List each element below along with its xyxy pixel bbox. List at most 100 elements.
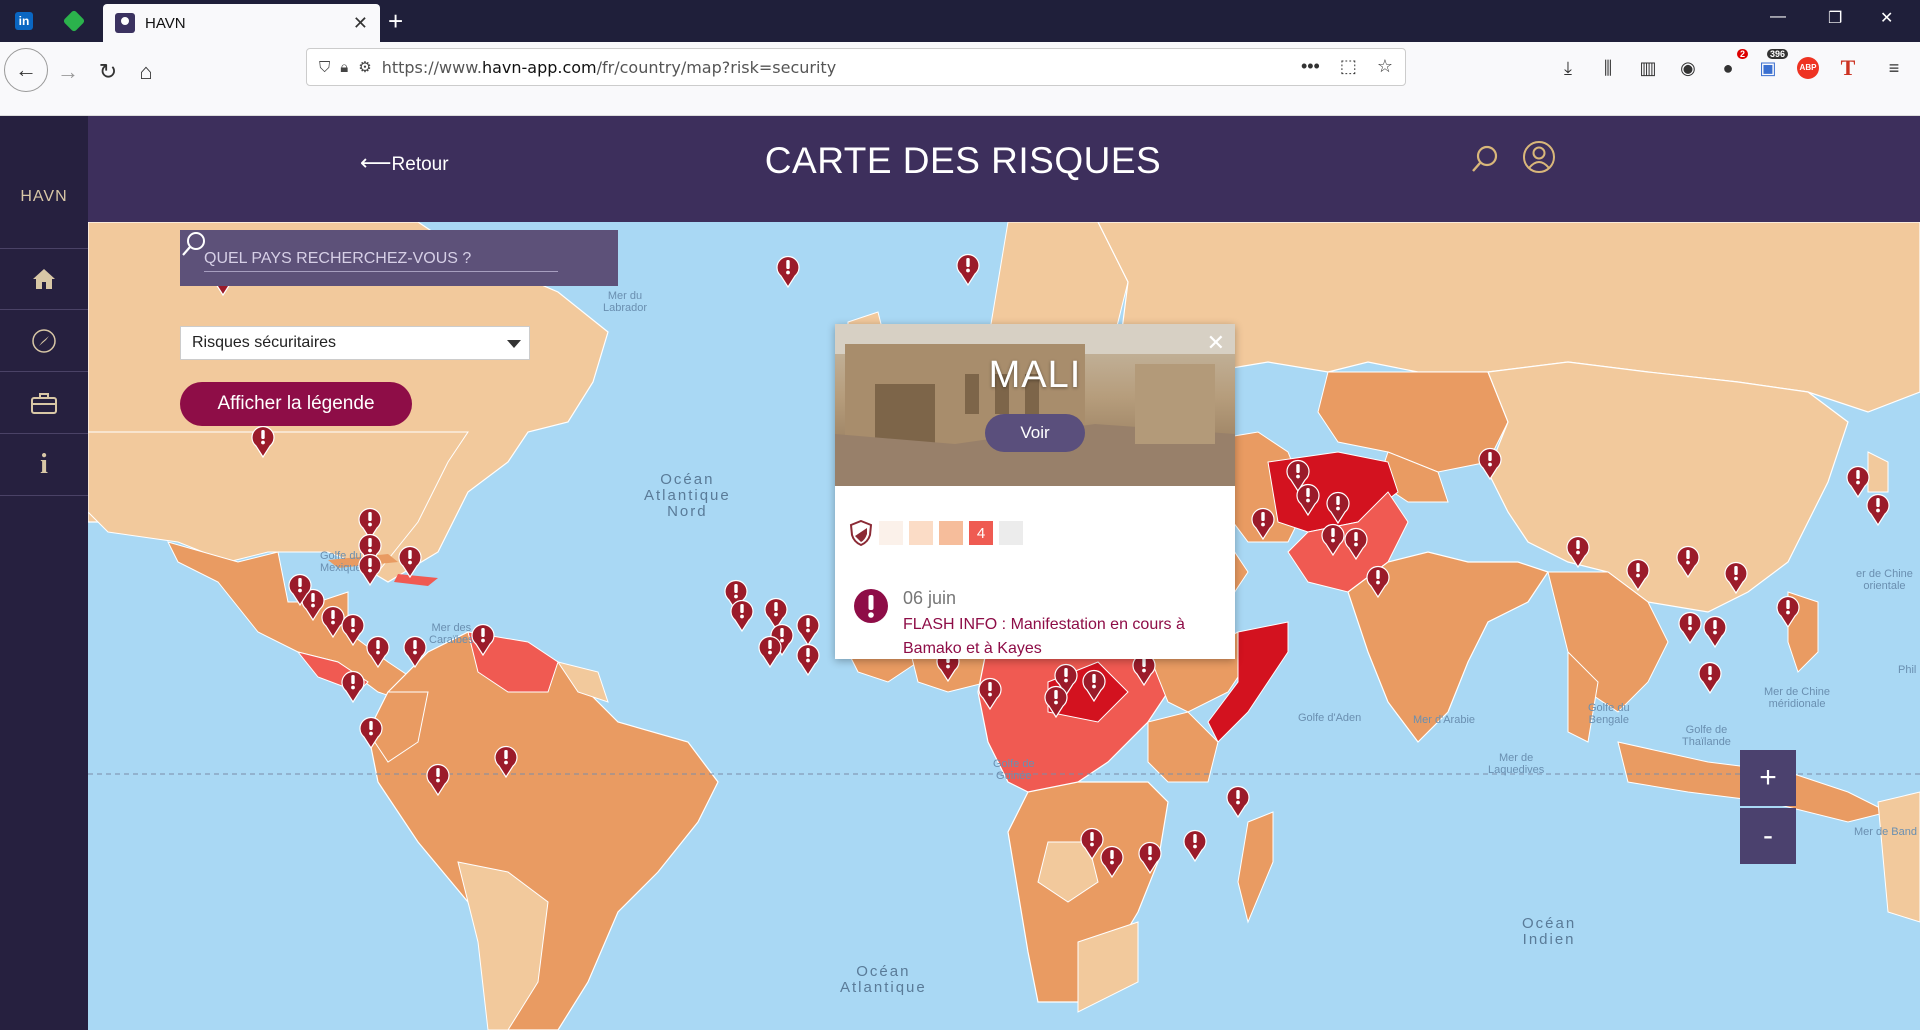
toolbox-icon — [31, 392, 57, 414]
alert-marker-icon[interactable] — [1137, 840, 1163, 874]
map-label-ocean-atlantique: Océan Atlantique — [840, 963, 927, 996]
alert-marker-icon[interactable] — [1845, 464, 1871, 498]
chevron-down-icon — [507, 340, 521, 348]
zoom-out-button[interactable]: - — [1740, 808, 1796, 864]
browser-back-button[interactable]: ← — [4, 48, 48, 92]
alert-marker-icon[interactable] — [250, 424, 276, 458]
alert-marker-icon[interactable] — [425, 762, 451, 796]
flash-alert[interactable]: 06 juin FLASH INFO : Manifestation en co… — [853, 588, 1223, 661]
alert-marker-icon[interactable] — [1565, 534, 1591, 568]
alert-marker-icon[interactable] — [795, 612, 821, 646]
alert-marker-icon[interactable] — [358, 715, 384, 749]
search-icon[interactable] — [1470, 144, 1500, 174]
extension-2-icon[interactable]: ▣ 396 — [1756, 49, 1788, 80]
extension-t-icon[interactable]: T — [1836, 55, 1860, 80]
alert-marker-icon[interactable] — [402, 634, 428, 668]
alert-marker-icon[interactable] — [287, 572, 313, 606]
library-icon[interactable]: ⫼ — [1596, 56, 1620, 80]
page-actions-icon[interactable]: ••• — [1301, 56, 1320, 77]
alert-marker-icon[interactable] — [1225, 784, 1251, 818]
alert-marker-icon[interactable] — [757, 634, 783, 668]
mosque-photo — [835, 324, 1235, 486]
alert-marker-icon[interactable] — [1182, 828, 1208, 862]
close-icon[interactable]: ✕ — [1207, 330, 1225, 356]
risk-type-select[interactable]: Risques sécuritaires — [180, 326, 530, 360]
alert-marker-icon[interactable] — [1723, 560, 1749, 594]
map-label-golfe-aden: Golfe d'Aden — [1298, 712, 1362, 724]
pinned-tab-linkedin[interactable]: in — [2, 4, 46, 38]
download-icon[interactable]: ⤓ — [1556, 56, 1580, 80]
alert-marker-icon[interactable] — [1697, 660, 1723, 694]
alert-marker-icon[interactable] — [1043, 684, 1069, 718]
map-label-labrador: Mer du Labrador — [603, 290, 648, 314]
alert-marker-icon[interactable] — [397, 544, 423, 578]
alert-marker-icon[interactable] — [955, 252, 981, 286]
alert-marker-icon[interactable] — [1099, 844, 1125, 878]
alert-marker-icon[interactable] — [1325, 490, 1351, 524]
alert-marker-icon[interactable] — [470, 622, 496, 656]
country-search-input[interactable] — [204, 246, 558, 272]
alert-text[interactable]: FLASH INFO : Manifestation en cours à Ba… — [903, 613, 1223, 661]
alert-marker-icon[interactable] — [1250, 506, 1276, 540]
alert-marker-icon[interactable] — [357, 552, 383, 586]
account-icon[interactable]: ◉ — [1676, 56, 1700, 80]
bookmark-star-icon[interactable]: ☆ — [1377, 56, 1393, 77]
sidebar-item-info[interactable]: i — [0, 434, 88, 496]
sidebar-item-explore[interactable] — [0, 310, 88, 372]
alert-marker-icon[interactable] — [1081, 668, 1107, 702]
browser-forward-button[interactable]: → — [48, 52, 88, 92]
adblock-icon[interactable]: ABP — [1796, 56, 1820, 80]
home-button[interactable]: ⌂ — [126, 52, 166, 92]
user-profile-icon[interactable] — [1522, 140, 1556, 174]
url-bar[interactable]: ⛉ 🔒︎ ⚙ https://www.havn-app.com/fr/count… — [306, 48, 1406, 86]
alert-marker-icon[interactable] — [1343, 526, 1369, 560]
alert-marker-icon[interactable] — [795, 642, 821, 676]
risk-level-4-current: 4 — [969, 521, 993, 545]
risk-level-1 — [879, 521, 903, 545]
minimize-button[interactable]: — — [1770, 8, 1786, 26]
zoom-in-button[interactable]: + — [1740, 750, 1796, 806]
alert-marker-icon[interactable] — [1625, 557, 1651, 591]
page-header: ⟵Retour CARTE DES RISQUES — [88, 116, 1920, 222]
permissions-icon[interactable]: ⚙ — [358, 58, 371, 76]
alert-marker-icon[interactable] — [775, 254, 801, 288]
tab-close-icon[interactable]: ✕ — [353, 13, 368, 34]
page-title: CARTE DES RISQUES — [764, 140, 1162, 181]
tab-havn[interactable]: HAVN ✕ — [103, 4, 380, 42]
lock-icon[interactable]: 🔒︎ — [340, 59, 348, 76]
sidebar-toggle-icon[interactable]: ▥ — [1636, 56, 1660, 80]
alert-marker-icon[interactable] — [729, 598, 755, 632]
pinned-tab-feedly[interactable] — [52, 4, 96, 38]
extension-1-icon[interactable]: ● 2 — [1716, 49, 1748, 80]
shield-icon[interactable]: ⛉ — [319, 59, 330, 76]
alert-marker-icon[interactable] — [340, 612, 366, 646]
alert-marker-icon[interactable] — [1295, 482, 1321, 516]
close-window-button[interactable]: ✕ — [1880, 8, 1893, 28]
search-icon[interactable] — [180, 230, 208, 258]
menu-icon[interactable]: ≡ — [1882, 56, 1906, 80]
pocket-icon[interactable]: ⬚ — [1340, 56, 1357, 77]
sidebar-item-toolbox[interactable] — [0, 372, 88, 434]
alert-marker-icon[interactable] — [340, 669, 366, 703]
alert-marker-icon[interactable] — [1365, 564, 1391, 598]
shield-icon — [849, 520, 873, 546]
tab-title: HAVN — [145, 14, 186, 32]
alert-marker-icon[interactable] — [493, 744, 519, 778]
alert-marker-icon[interactable] — [365, 634, 391, 668]
reload-button[interactable]: ↻ — [88, 52, 128, 92]
show-legend-button[interactable]: Afficher la légende — [180, 382, 412, 426]
url-text[interactable]: https://www.havn-app.com/fr/country/map?… — [382, 58, 836, 77]
sidebar: HAVN i — [0, 116, 88, 1030]
popup-country-name: MALI — [988, 354, 1082, 396]
alert-marker-icon[interactable] — [1477, 446, 1503, 480]
alert-marker-icon[interactable] — [1677, 610, 1703, 644]
view-country-button[interactable]: Voir — [985, 414, 1085, 452]
alert-marker-icon[interactable] — [1675, 544, 1701, 578]
brand-logo[interactable]: HAVN — [0, 188, 88, 206]
restore-button[interactable]: ❐ — [1828, 8, 1842, 28]
alert-marker-icon[interactable] — [1702, 614, 1728, 648]
alert-marker-icon[interactable] — [1775, 594, 1801, 628]
sidebar-item-home[interactable] — [0, 248, 88, 310]
new-tab-button[interactable]: + — [388, 6, 403, 36]
alert-marker-icon[interactable] — [977, 676, 1003, 710]
